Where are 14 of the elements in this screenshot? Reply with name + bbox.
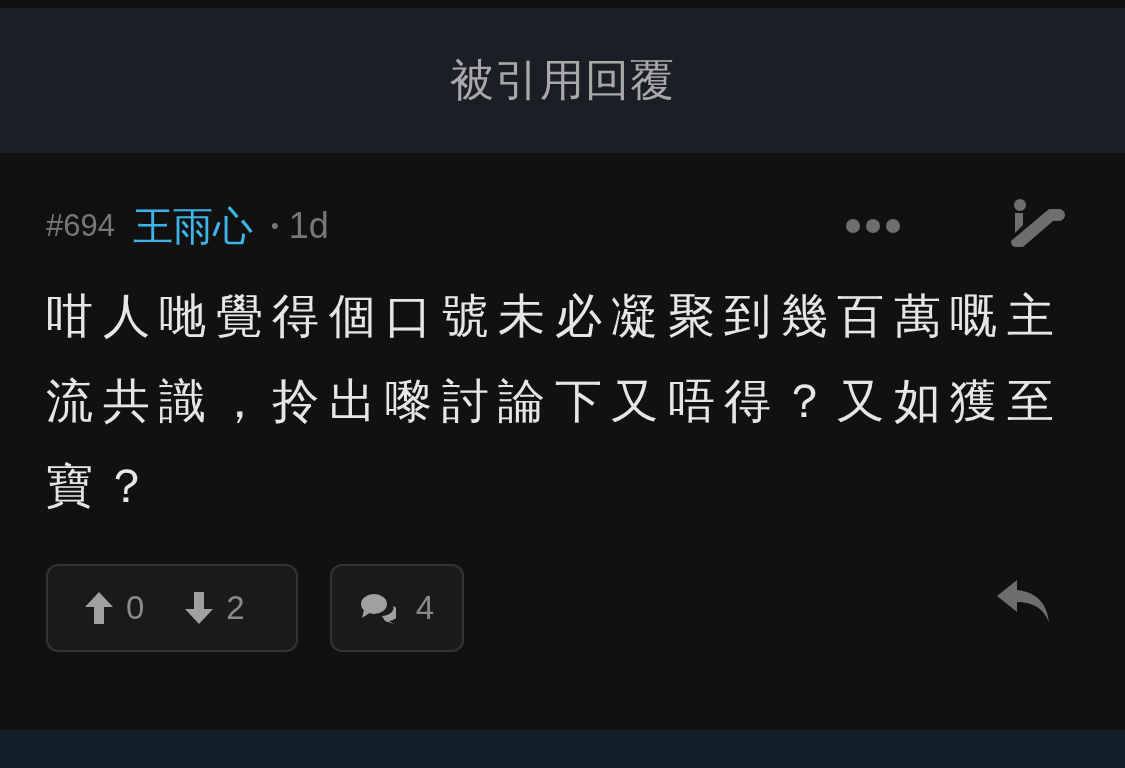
up-arrow-icon [84,591,114,625]
reply-icon[interactable] [995,578,1051,624]
post-age: 1d [288,205,329,247]
more-icon[interactable] [845,218,901,234]
speech-bubbles-icon [359,592,396,624]
post-text: 咁人哋覺得個口號未必凝聚到幾百萬嘅主流共識，拎出嚟討論下又唔得？又如獲至寶？ [46,288,1064,514]
page-title: 被引用回覆 [450,54,675,106]
comments-button[interactable]: 4 [330,564,464,652]
post-number: #694 [46,208,115,244]
separator-dot: • [270,213,279,239]
down-arrow-icon [184,591,215,625]
downvote-button[interactable]: 2 [184,589,245,627]
upvote-button[interactable]: 0 [84,589,145,627]
author-link[interactable]: 王雨心 [132,198,253,254]
